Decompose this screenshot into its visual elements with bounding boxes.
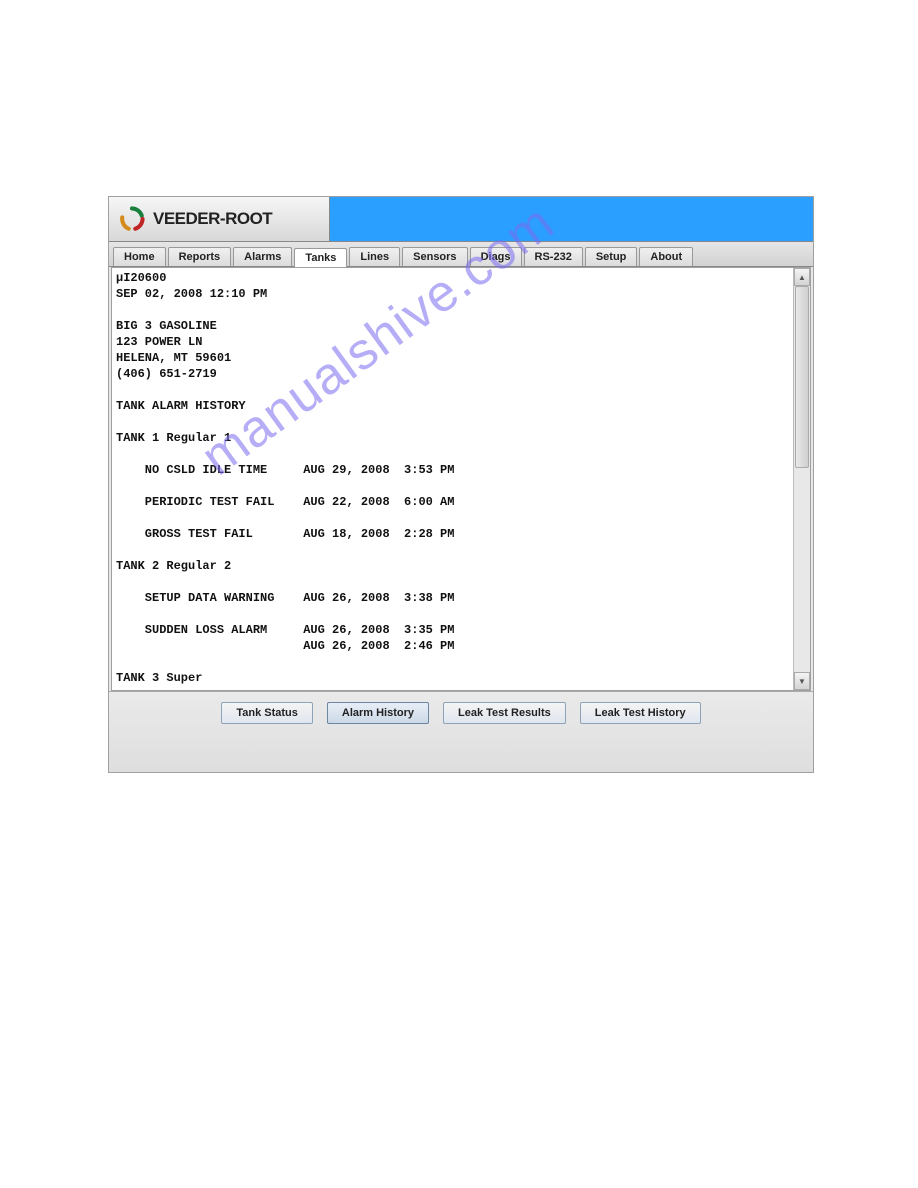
brand-text: VEEDER-ROOT	[153, 209, 272, 229]
content-area: µI20600 SEP 02, 2008 12:10 PM BIG 3 GASO…	[111, 267, 811, 691]
app-window: VEEDER-ROOT HomeReportsAlarmsTanksLinesS…	[108, 196, 814, 773]
leak-test-results-button[interactable]: Leak Test Results	[443, 702, 566, 724]
report-text: µI20600 SEP 02, 2008 12:10 PM BIG 3 GASO…	[112, 268, 793, 690]
brand-logo-icon	[119, 206, 145, 232]
tab-sensors[interactable]: Sensors	[402, 247, 467, 266]
scroll-up-button[interactable]: ▲	[794, 268, 810, 286]
brand-box: VEEDER-ROOT	[109, 197, 330, 241]
tab-rs-232[interactable]: RS-232	[524, 247, 583, 266]
tank-status-button[interactable]: Tank Status	[221, 702, 313, 724]
scroll-down-button[interactable]: ▼	[794, 672, 810, 690]
tab-diags[interactable]: Diags	[470, 247, 522, 266]
scroll-track[interactable]	[794, 286, 810, 672]
alarm-history-button[interactable]: Alarm History	[327, 702, 429, 724]
scrollbar: ▲ ▼	[793, 268, 810, 690]
tab-about[interactable]: About	[639, 247, 693, 266]
tab-home[interactable]: Home	[113, 247, 166, 266]
bottom-panel: Tank Status Alarm History Leak Test Result…	[109, 691, 813, 772]
tab-lines[interactable]: Lines	[349, 247, 400, 266]
scroll-thumb[interactable]	[795, 286, 809, 468]
tab-tanks[interactable]: Tanks	[294, 248, 347, 267]
tab-alarms[interactable]: Alarms	[233, 247, 292, 266]
leak-test-history-button[interactable]: Leak Test History	[580, 702, 701, 724]
tab-setup[interactable]: Setup	[585, 247, 638, 266]
titlebar: VEEDER-ROOT	[109, 197, 813, 242]
tab-bar: HomeReportsAlarmsTanksLinesSensorsDiagsR…	[109, 242, 813, 267]
tab-reports[interactable]: Reports	[168, 247, 232, 266]
